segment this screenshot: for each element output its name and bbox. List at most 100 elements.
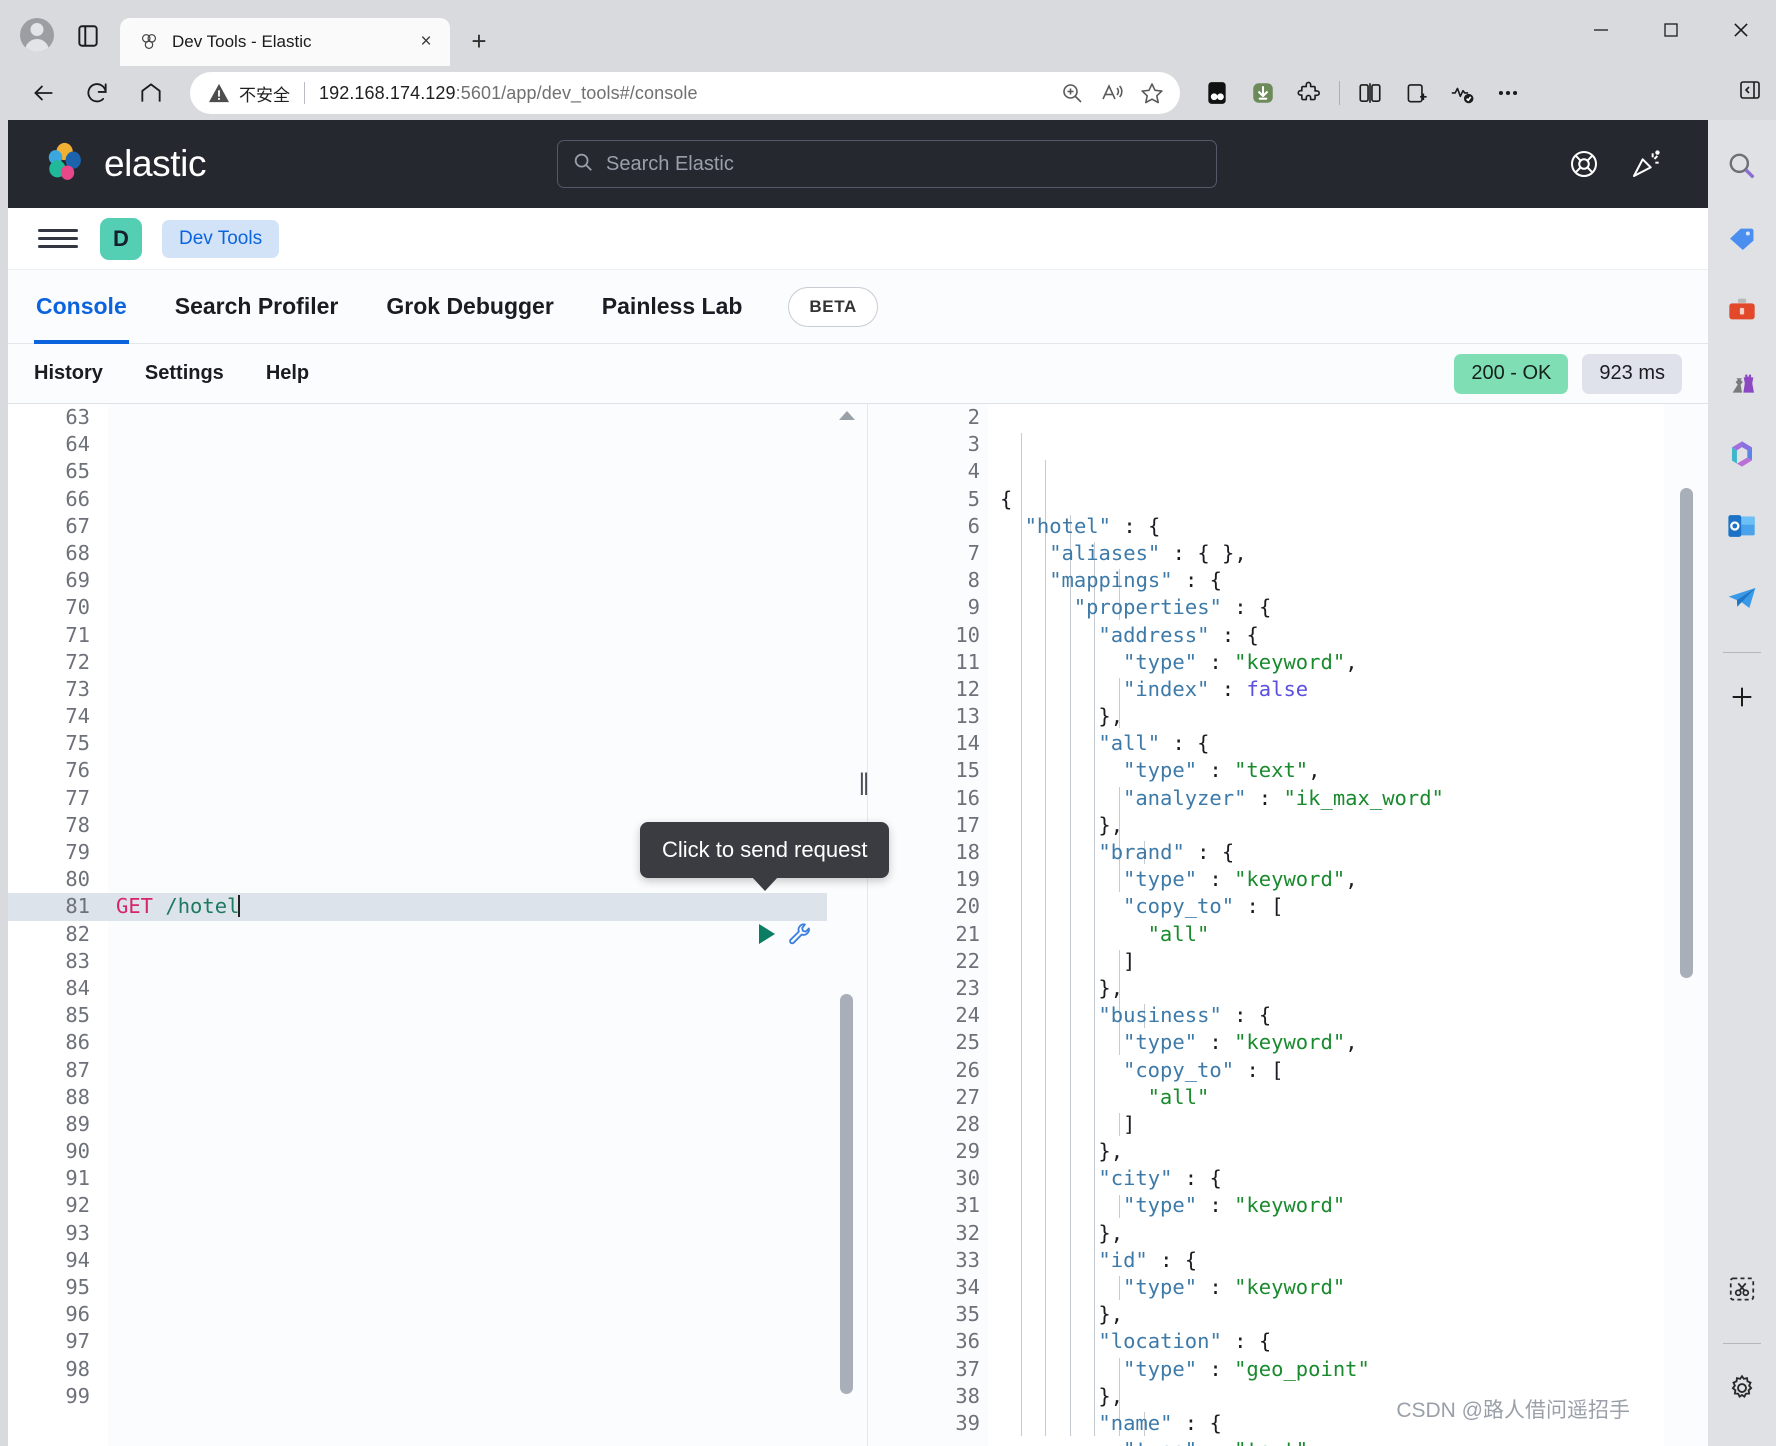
history-button[interactable]: History — [34, 362, 103, 385]
editor-line[interactable] — [108, 785, 827, 812]
sidebar-add-icon[interactable] — [1714, 669, 1770, 725]
minimize-button[interactable] — [1566, 0, 1636, 60]
menu-hamburger-icon[interactable] — [38, 219, 78, 259]
editor-line[interactable] — [108, 1002, 827, 1029]
editor-line[interactable] — [108, 703, 827, 730]
editor-line[interactable] — [108, 594, 827, 621]
tab-search-profiler[interactable]: Search Profiler — [173, 270, 341, 344]
editor-line[interactable] — [108, 1274, 827, 1301]
editor-line[interactable] — [108, 404, 827, 431]
settings-more-icon[interactable] — [1485, 72, 1531, 114]
outlook-icon[interactable] — [1714, 498, 1770, 554]
downloads-icon[interactable] — [1240, 72, 1286, 114]
editor-line[interactable] — [108, 622, 827, 649]
line-number: 36 — [868, 1328, 1003, 1355]
new-tab-button[interactable]: + — [460, 22, 498, 60]
editor-line[interactable] — [108, 1165, 827, 1192]
close-window-button[interactable] — [1706, 0, 1776, 60]
profile-button[interactable] — [14, 12, 60, 58]
editor-line[interactable] — [108, 948, 827, 975]
address-bar[interactable]: 不安全 192.168.174.129:5601/app/dev_tools#/… — [190, 72, 1180, 114]
extensions-puzzle-icon[interactable] — [1286, 72, 1332, 114]
reload-icon[interactable] — [76, 72, 118, 114]
editor-line[interactable] — [108, 1328, 827, 1355]
editor-line[interactable] — [108, 975, 827, 1002]
help-button[interactable]: Help — [266, 362, 309, 385]
line-number: 15 — [868, 757, 1003, 784]
editor-line[interactable] — [108, 757, 827, 784]
response-line: "type" : "text", — [1123, 758, 1321, 783]
editor-line[interactable] — [108, 567, 827, 594]
editor-line[interactable] — [108, 431, 827, 458]
editor-line[interactable] — [108, 486, 827, 513]
sidebar-divider — [1723, 652, 1761, 653]
editor-line[interactable] — [108, 730, 827, 757]
editor-line[interactable] — [108, 1356, 827, 1383]
editor-line[interactable] — [108, 1111, 827, 1138]
editor-line[interactable] — [108, 1138, 827, 1165]
request-editor[interactable]: GET /hotel — [108, 404, 827, 1446]
response-line: "properties" : { — [1073, 595, 1272, 620]
browser-tab[interactable]: Dev Tools - Elastic × — [120, 18, 450, 66]
line-number: 70 — [65, 595, 90, 620]
pane-splitter[interactable]: || — [856, 120, 870, 1446]
tab-actions-icon[interactable] — [68, 16, 108, 56]
editor-line[interactable] — [108, 1029, 827, 1056]
line-number: 9 — [967, 595, 980, 620]
search-input[interactable]: Search Elastic — [557, 140, 1218, 188]
line-number: 29 — [868, 1138, 1003, 1165]
web-capture-icon[interactable] — [1714, 1261, 1770, 1317]
help-life-ring-icon[interactable] — [1568, 148, 1600, 180]
editor-line[interactable] — [108, 1220, 827, 1247]
news-announcement-icon[interactable] — [1630, 148, 1662, 180]
sidebar-collapse-icon[interactable] — [1732, 72, 1768, 108]
editor-line[interactable] — [108, 921, 827, 948]
editor-line[interactable]: GET /hotel — [108, 893, 827, 944]
response-scrollbar-thumb[interactable] — [1680, 488, 1693, 978]
editor-line[interactable] — [108, 540, 827, 567]
editor-line[interactable] — [108, 458, 827, 485]
elastic-logo[interactable]: elastic — [44, 141, 206, 187]
editor-line[interactable] — [108, 676, 827, 703]
editor-line[interactable] — [108, 513, 827, 540]
settings-button[interactable]: Settings — [145, 362, 224, 385]
response-line: }, — [1098, 812, 1124, 837]
tab-painless-lab[interactable]: Painless Lab — [600, 270, 745, 344]
zoom-icon[interactable] — [1052, 74, 1092, 112]
breadcrumb-item-dev-tools[interactable]: Dev Tools — [162, 219, 280, 258]
line-number: 21 — [868, 921, 1003, 948]
tab-close-icon[interactable]: × — [412, 28, 440, 56]
browser-navbar: 不安全 192.168.174.129:5601/app/dev_tools#/… — [0, 66, 1776, 120]
microsoft365-icon[interactable] — [1714, 426, 1770, 482]
scroll-up-icon[interactable] — [839, 411, 855, 420]
space-avatar[interactable]: D — [100, 217, 142, 260]
editor-line[interactable] — [108, 1383, 827, 1410]
browser-essentials-icon[interactable] — [1439, 72, 1485, 114]
settings-gear-icon[interactable] — [1714, 1360, 1770, 1416]
maximize-button[interactable] — [1636, 0, 1706, 60]
collections-icon[interactable] — [1393, 72, 1439, 114]
line-number: 12 — [955, 676, 980, 701]
request-editor-pane[interactable]: 63 64 65 66 67 68 69 70 71 72 73 74 75 76 77 78 79 80 81 82… — [8, 404, 868, 1446]
read-aloud-icon[interactable] — [1092, 74, 1132, 112]
scrollbar-thumb[interactable] — [840, 994, 853, 1394]
editor-line[interactable] — [108, 1084, 827, 1111]
editor-line[interactable] — [108, 649, 827, 676]
response-scrollbar[interactable] — [1664, 404, 1708, 1446]
search-icon[interactable] — [1714, 138, 1770, 194]
editor-line[interactable] — [108, 1301, 827, 1328]
favorite-star-icon[interactable] — [1132, 74, 1172, 112]
tab-grok-debugger[interactable]: Grok Debugger — [384, 270, 555, 344]
telegram-icon[interactable] — [1714, 570, 1770, 626]
home-icon[interactable] — [130, 72, 172, 114]
tools-icon[interactable] — [1714, 282, 1770, 338]
tab-console[interactable]: Console — [34, 270, 129, 344]
back-icon[interactable] — [22, 72, 64, 114]
split-screen-icon[interactable] — [1347, 72, 1393, 114]
editor-line[interactable] — [108, 1057, 827, 1084]
extension-dark-icon[interactable] — [1194, 72, 1240, 114]
editor-line[interactable] — [108, 1192, 827, 1219]
shopping-tag-icon[interactable] — [1714, 210, 1770, 266]
games-icon[interactable] — [1714, 354, 1770, 410]
editor-line[interactable] — [108, 1247, 827, 1274]
